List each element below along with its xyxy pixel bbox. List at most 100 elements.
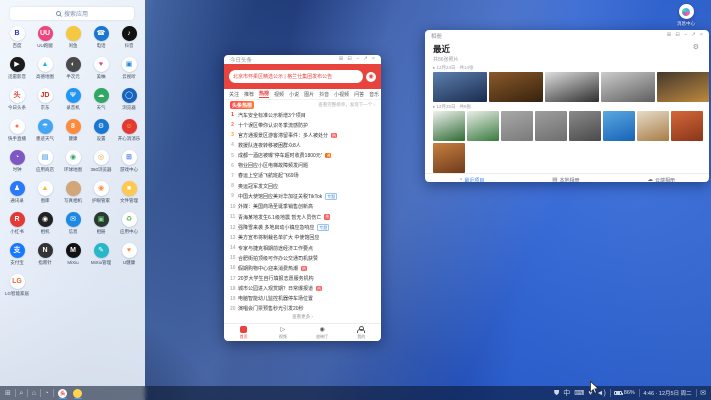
app-icon-相册[interactable]: ▣相册 [87, 210, 115, 241]
notification-icon[interactable]: ✉ [700, 390, 706, 397]
ime-icon[interactable]: 中 [563, 390, 570, 397]
resize-icon[interactable]: ↗ [691, 33, 696, 39]
gear-icon[interactable]: ⚙ [693, 43, 699, 51]
shield-icon[interactable]: ⛊ [554, 390, 559, 397]
clock[interactable]: 4:46 · 12月5日 周二 [643, 389, 691, 397]
close-icon[interactable]: × [372, 57, 375, 63]
camera-icon[interactable]: ◉ [366, 72, 376, 82]
app-icon-360浏览器[interactable]: ◎360浏览器 [87, 148, 115, 179]
message-center-badge[interactable]: 消息中心 [671, 4, 701, 27]
minimize-icon[interactable]: − [356, 57, 359, 63]
news-item[interactable]: 18城市公园进入观赏期？日常爆报道热 [230, 285, 375, 292]
app-icon-美柚[interactable]: ♥美柚 [87, 55, 115, 86]
app-icon-设置[interactable]: ⚙设置 [87, 117, 115, 148]
app-icon-云视听[interactable]: ▣云视听 [115, 55, 143, 86]
app-icon-浏览器[interactable]: ◯浏览器 [115, 86, 143, 117]
toutiao-taskbar-icon[interactable]: 头 [57, 387, 68, 399]
app-icon-U健康[interactable]: ♥U健康 [115, 241, 143, 272]
nav-放映厅[interactable]: ◉放映厅 [303, 324, 342, 341]
news-item[interactable]: 10外媒：美国商场圣诞季销售创新高 [230, 203, 375, 210]
photo-thumbnail[interactable] [433, 72, 487, 102]
photo-thumbnail[interactable] [601, 72, 655, 102]
app-icon-通讯录[interactable]: ♟通讯录 [3, 179, 31, 210]
minimize-icon[interactable]: − [684, 33, 687, 39]
nav-我的[interactable]: 我的 [342, 324, 381, 341]
search-icon[interactable]: ⌕ [19, 390, 23, 397]
app-icon-开心消消乐[interactable]: ☺开心消消乐 [115, 117, 143, 148]
news-item[interactable]: 14专家与捷克相期前途经济工作要点 [230, 245, 375, 252]
news-item[interactable]: 4救援队连夜转移被困群众8人 [230, 142, 375, 149]
app-icon-时钟[interactable]: ◔时钟 [3, 148, 31, 179]
photo-thumbnail[interactable] [467, 111, 499, 141]
news-item[interactable]: 11青海某地发生6.1级地震 暂无人员伤亡热 [230, 214, 375, 221]
app-icon-指南针[interactable]: N指南针 [31, 241, 59, 272]
pin-icon[interactable]: ⊞ [339, 57, 344, 63]
tab-热榜[interactable]: 热榜 [259, 90, 269, 98]
wifi-icon[interactable]: ♥ [588, 390, 592, 397]
tab-抖音[interactable]: 抖音 [319, 91, 329, 98]
nav-首页[interactable]: 首页 [224, 324, 263, 341]
app-icon-快手直播[interactable]: ●快手直播 [3, 117, 31, 148]
news-item[interactable]: 5成都一酒店被曝“停车超时收费1800元”沸 [230, 152, 375, 159]
photo-thumbnail[interactable] [433, 143, 465, 173]
news-item[interactable]: 7春运上空适飞航班起飞69场 [230, 172, 375, 179]
close-icon[interactable]: × [700, 33, 703, 39]
photo-thumbnail[interactable] [657, 72, 709, 102]
app-icon-抖音[interactable]: ♪抖音 [115, 24, 143, 55]
app-icon-健康[interactable]: 8健康 [59, 117, 87, 148]
tab-视频[interactable]: 视频 [274, 91, 284, 98]
app-icon-环球地图[interactable]: ◉环球地图 [59, 148, 87, 179]
app-icon-MiXiu管理[interactable]: ✎MiXiu管理 [87, 241, 115, 272]
tab-音乐[interactable]: 音乐 [369, 91, 379, 98]
news-item[interactable]: 1720岁大学生自行填报志愿服务机构 [230, 275, 375, 282]
app-icon-UU跑腿[interactable]: UUUU跑腿 [31, 24, 59, 55]
photo-thumbnail[interactable] [671, 111, 703, 141]
home-icon[interactable]: ⌂ [32, 390, 36, 397]
photo-thumbnail[interactable] [501, 111, 533, 141]
photo-thumbnail[interactable] [433, 111, 465, 141]
launcher-grid-icon[interactable]: ⊞ [5, 390, 11, 397]
tab-关注[interactable]: 关注 [229, 91, 239, 98]
news-item[interactable]: 6物业回应小区电梯故障频发问题 [230, 162, 375, 169]
tab-小视频[interactable]: 小视频 [334, 91, 349, 98]
gallery-taskbar-icon[interactable] [72, 387, 83, 399]
news-item[interactable]: 13美方宣布将制裁名单扩大 中使馆回应 [230, 234, 375, 241]
app-icon-墨迹天气[interactable]: ☂墨迹天气 [31, 117, 59, 148]
maximize-icon[interactable]: ⊟ [675, 33, 680, 39]
news-item[interactable]: 12强降雪来袭 多地启动小镇应急响应专题 [230, 224, 375, 232]
photo-thumbnail[interactable] [637, 111, 669, 141]
maximize-icon[interactable]: ⊟ [347, 57, 352, 63]
app-icon-半次元[interactable]: ◐半次元 [59, 55, 87, 86]
photo-thumbnail[interactable] [545, 72, 599, 102]
app-icon-相机[interactable]: ◉相机 [31, 210, 59, 241]
tab-推荐[interactable]: 推荐 [244, 91, 254, 98]
app-icon-写真相机[interactable]: 写真相机 [59, 179, 87, 210]
app-icon-录音机[interactable]: Ψ录音机 [59, 86, 87, 117]
search-input[interactable]: 搜索应用 [10, 7, 134, 20]
toutiao-titlebar[interactable]: 今日头条 ⊞⊟−↗× [224, 55, 381, 64]
app-icon-应用中心[interactable]: ♻应用中心 [115, 210, 143, 241]
gallery-tab-云端相册[interactable]: ☁云端相册 [647, 177, 675, 183]
app-icon-京东[interactable]: JD京东 [31, 86, 59, 117]
pin-icon[interactable]: ⊞ [667, 33, 672, 39]
gallery-tab-最近项目[interactable]: ◔最近项目 [459, 177, 484, 183]
news-item[interactable]: 20演唱会门票预售秒光引发20秒 [230, 305, 375, 312]
tab-小说[interactable]: 小说 [289, 91, 299, 98]
app-icon-LG智能家居[interactable]: LGLG智能家居 [3, 272, 31, 303]
app-icon-天气[interactable]: ☁天气 [87, 86, 115, 117]
news-item[interactable]: 2十个误区带你认识冬季流感防护 [230, 122, 375, 129]
hot-board-more-link[interactable]: 查看完整榜单，发现下一个 › [318, 102, 375, 108]
app-icon-文件管理[interactable]: ■文件管理 [115, 179, 143, 210]
tab-问答[interactable]: 问答 [354, 91, 364, 98]
photo-thumbnail[interactable] [489, 72, 543, 102]
photo-thumbnail[interactable] [569, 111, 601, 141]
resize-icon[interactable]: ↗ [363, 57, 368, 63]
app-icon-迅雷影音[interactable]: ▶迅雷影音 [3, 55, 31, 86]
tab-图片[interactable]: 图片 [304, 91, 314, 98]
gallery-titlebar[interactable]: 相册 ⊞⊟−↗× [425, 30, 709, 41]
toutiao-search-input[interactable]: 北京市怀柔区精选公示 | 格兰仕集团发布公告 [229, 70, 363, 83]
multitask-icon[interactable]: ◔ [45, 390, 49, 397]
news-item[interactable]: 9中国大使馆回应美对华加征关税TikTok专题 [230, 193, 375, 201]
app-icon-信息[interactable]: ✉信息 [59, 210, 87, 241]
news-item[interactable]: 19电脑智能幼儿监控机器停车场位置 [230, 295, 375, 302]
